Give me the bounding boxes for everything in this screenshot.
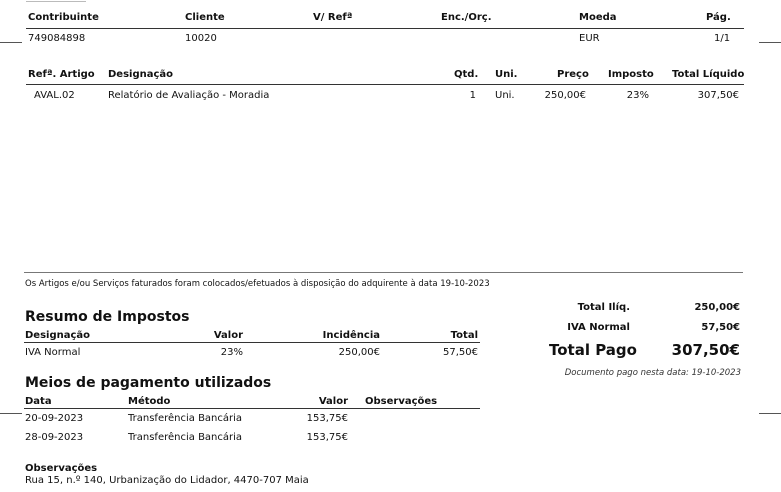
col-total: Total Líquido	[672, 69, 745, 80]
pay-row-data: 28-09-2023	[25, 432, 84, 443]
disposal-note: Os Artigos e/ou Serviços faturados foram…	[25, 279, 490, 289]
payments-title: Meios de pagamento utilizados	[25, 375, 272, 391]
pay-col-data: Data	[25, 396, 52, 407]
col-imposto: Imposto	[608, 69, 654, 80]
top-remnant	[26, 1, 86, 2]
label-pag: Pág.	[706, 12, 731, 23]
value-contribuinte: 749084898	[28, 33, 86, 44]
header-divider	[26, 28, 744, 29]
items-divider	[26, 84, 744, 85]
pay-col-obs: Observações	[365, 396, 438, 407]
col-qtd: Qtd.	[454, 69, 479, 80]
tax-col-incidencia: Incidência	[322, 330, 380, 341]
col-ref: Refª. Artigo	[28, 69, 95, 80]
row-uni: Uni.	[495, 90, 515, 101]
observations-text: Rua 15, n.º 140, Urbanização do Lidador,…	[25, 475, 309, 486]
row-designacao: Relatório de Avaliação - Moradia	[108, 90, 270, 101]
total-iva-value: 57,50€	[701, 322, 740, 333]
payments-divider	[24, 408, 480, 409]
value-moeda: EUR	[579, 33, 600, 44]
pay-col-valor: Valor	[318, 396, 348, 407]
tax-col-valor: Valor	[213, 330, 243, 341]
total-iva-label: IVA Normal	[567, 322, 630, 333]
value-cliente: 10020	[185, 33, 217, 44]
tax-col-total: Total	[450, 330, 478, 341]
total-iliq-value: 250,00€	[694, 302, 740, 313]
label-moeda: Moeda	[579, 12, 617, 23]
fold-mark-right-bottom	[759, 413, 781, 414]
pay-row-data: 20-09-2023	[25, 413, 84, 424]
row-total: 307,50€	[697, 90, 739, 101]
tax-row-incidencia: 250,00€	[338, 347, 380, 358]
tax-divider	[24, 342, 480, 343]
col-designacao: Designação	[108, 69, 174, 80]
paid-note: Documento pago nesta data: 19-10-2023	[564, 368, 741, 378]
total-iliq-label: Total Ilíq.	[577, 302, 630, 313]
tax-row-valor: 23%	[220, 347, 243, 358]
row-qtd: 1	[469, 90, 476, 101]
tax-row-total: 57,50€	[443, 347, 478, 358]
pay-row-metodo: Transferência Bancária	[128, 432, 243, 443]
fold-mark-right-top	[759, 42, 781, 43]
observations-label: Observações	[25, 463, 98, 474]
label-cliente: Cliente	[185, 12, 225, 23]
label-enc-orc: Enc./Orç.	[441, 12, 492, 23]
pay-row-valor: 153,75€	[306, 413, 348, 424]
row-preco: 250,00€	[544, 90, 586, 101]
fold-mark-left-top	[0, 42, 22, 43]
row-imposto: 23%	[626, 90, 649, 101]
total-pago-label: Total Pago	[549, 341, 637, 359]
pay-row-metodo: Transferência Bancária	[128, 413, 243, 424]
row-ref: AVAL.02	[34, 90, 75, 101]
col-preco: Preço	[557, 69, 589, 80]
col-uni: Uni.	[495, 69, 518, 80]
note-divider	[24, 272, 743, 273]
tax-col-designacao: Designação	[25, 330, 91, 341]
tax-row-designacao: IVA Normal	[25, 347, 81, 358]
pay-col-metodo: Método	[128, 396, 171, 407]
label-contribuinte: Contribuinte	[28, 12, 99, 23]
total-pago-value: 307,50€	[671, 341, 740, 359]
value-pag: 1/1	[714, 33, 731, 44]
fold-mark-left-bottom	[0, 413, 22, 414]
label-v-ref: V/ Refª	[313, 12, 353, 23]
tax-summary-title: Resumo de Impostos	[25, 309, 190, 325]
pay-row-valor: 153,75€	[306, 432, 348, 443]
